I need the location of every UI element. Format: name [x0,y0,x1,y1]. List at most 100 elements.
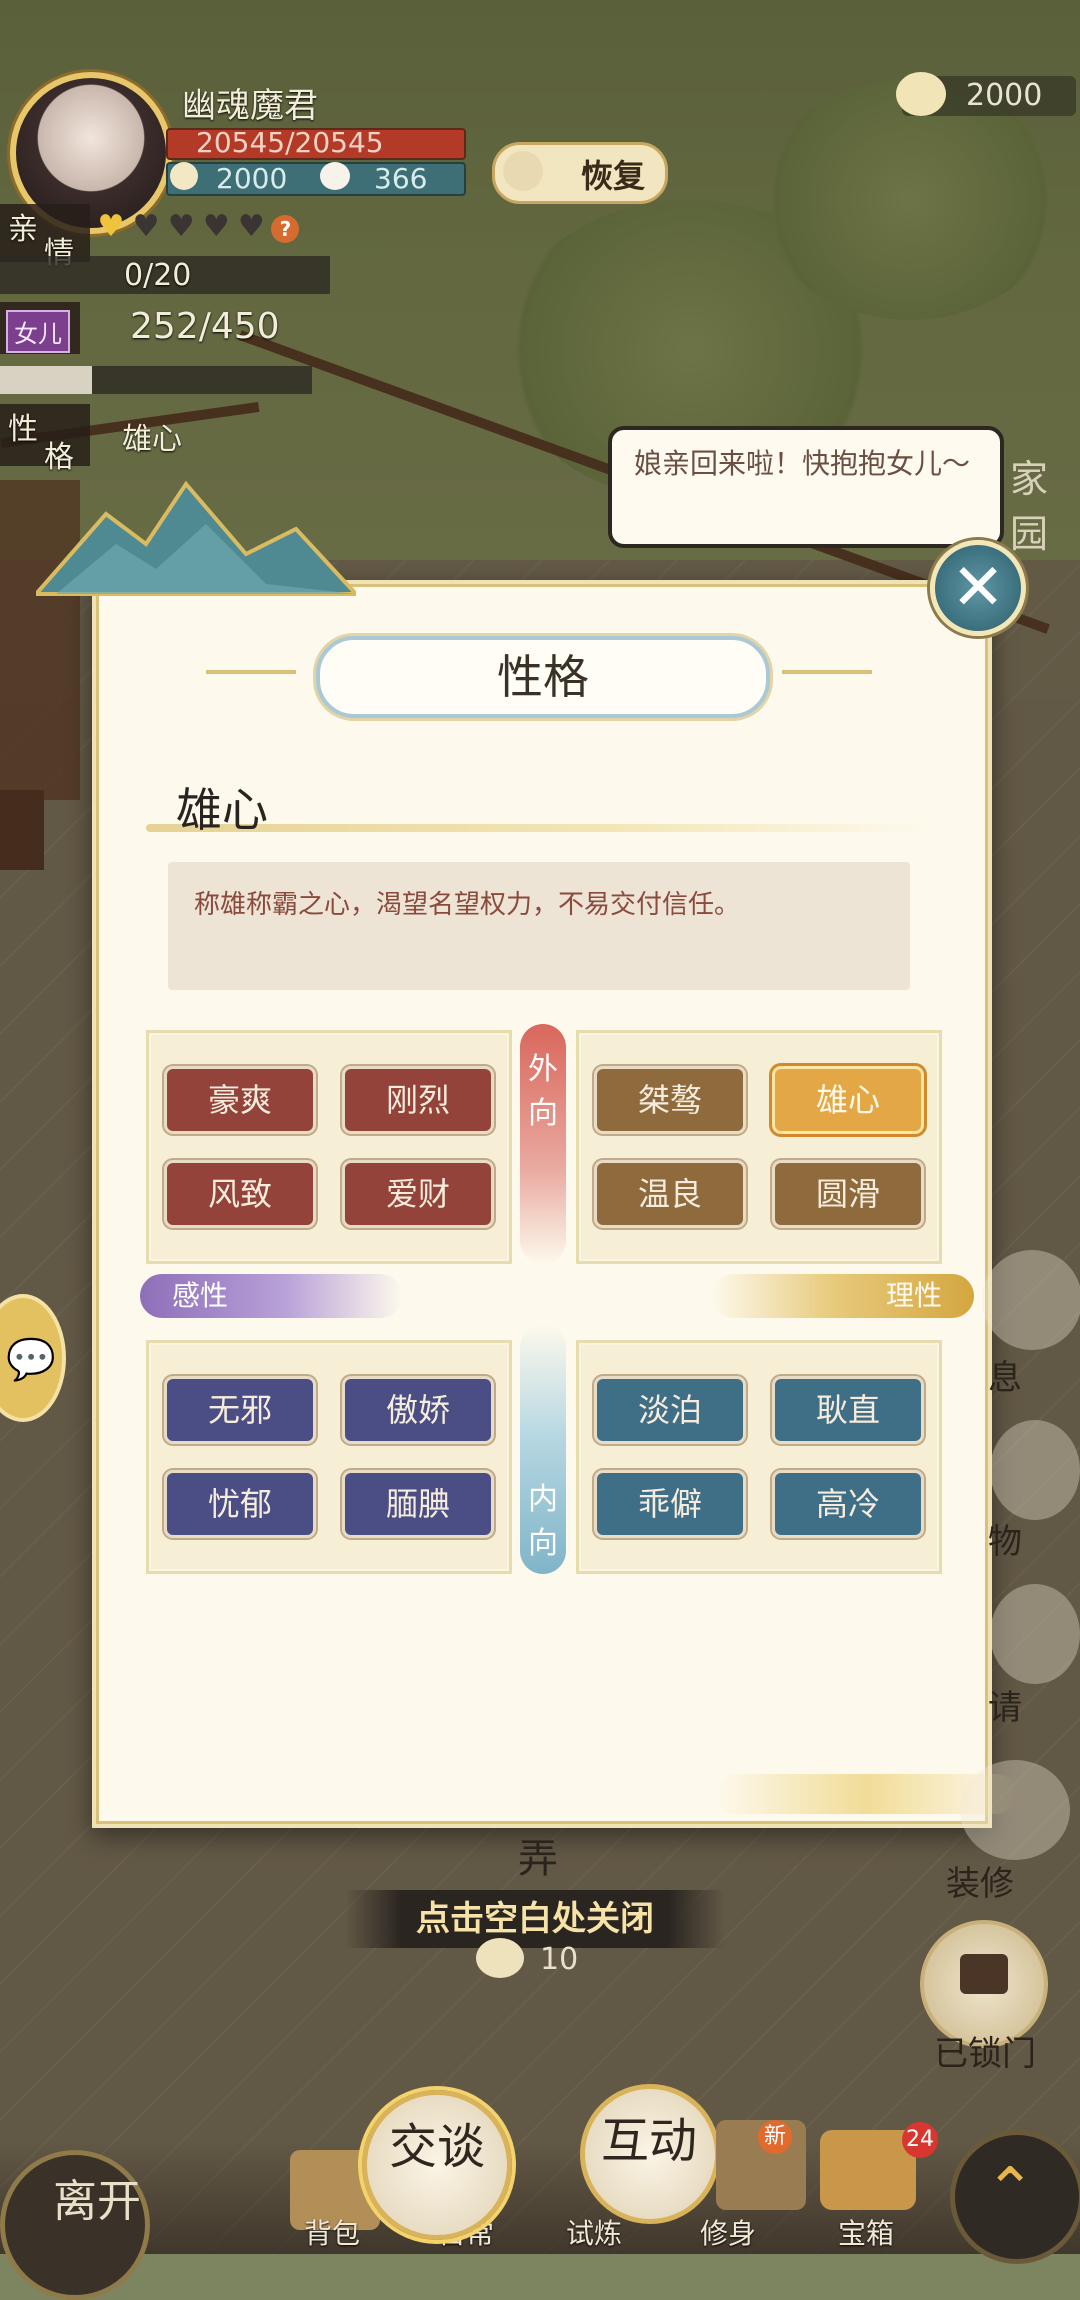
trait-label: 性 [8,412,38,447]
axis-sensibility-label: 感性 [172,1279,229,1312]
trait-label-box: 性 格 [0,404,90,475]
talk-button[interactable]: 交谈 [362,2090,512,2240]
trait-button[interactable]: 乖僻 [597,1473,743,1535]
cultivate-label[interactable]: 修身 [700,2212,756,2252]
trait-button[interactable]: 傲娇 [345,1379,491,1441]
chest-badge: 24 [902,2122,938,2158]
player-name: 幽魂魔君 [182,86,318,126]
close-hint[interactable]: 点击空白处关闭 [345,1890,725,1948]
home-label: 家园 [1010,457,1049,556]
heart-icon: ♥ [237,209,265,244]
bowl-icon [896,72,946,116]
background-label: 弄 [518,1836,558,1882]
chest-label[interactable]: 宝箱 [838,2212,894,2252]
axis-outward: 外 向 [520,1024,566,1264]
axis-rationality-label: 理性 [885,1279,942,1312]
bag-label[interactable]: 背包 [304,2212,360,2252]
trait-button[interactable]: 无邪 [167,1379,313,1441]
trait-button[interactable]: 爱财 [345,1163,491,1225]
interact-button[interactable]: 互动 [580,2084,720,2224]
title-ornament-right [782,670,872,674]
trait-button[interactable]: 淡泊 [597,1379,743,1441]
restore-button[interactable]: 恢复 [492,142,668,204]
chat-icon: 💬 [6,1337,56,1383]
personality-modal: 性格 雄心 称雄称霸之心，渴望名望权力，不易交付信任。 豪爽 刚烈 风致 爱财 … [31,480,1016,1828]
daughter-label: 女儿 [6,310,70,353]
intimacy-label-box: 亲 情 [0,204,90,271]
heart-icon: ♥ [167,209,195,244]
heart-icon: ♥ [132,209,160,244]
mountain-decoration [31,474,361,604]
trait-button[interactable]: 耿直 [775,1379,921,1441]
daughter-bar [0,366,312,394]
rest-label: 息 [988,1358,1022,1398]
leave-button[interactable]: 离开 [0,2150,150,2300]
heart-icon: ♥ [202,209,230,244]
trait-button[interactable]: 风致 [167,1163,313,1225]
trait-button[interactable]: 桀骜 [597,1069,743,1131]
new-badge: 新 [758,2120,792,2154]
axis-outward-label: 外 [528,1052,558,1087]
intimacy-progress: 0/20 [124,258,192,293]
trait-description-box: 称雄称霸之心，渴望名望权力，不易交付信任。 [168,862,910,990]
locked-label: 已锁门 [934,2034,1036,2074]
invite-label: 请 [988,1688,1022,1728]
heart-icon: ♥ [97,209,125,244]
title-ornament-left [206,670,296,674]
modal-title: 性格 [497,650,589,704]
trait-button[interactable]: 高冷 [775,1473,921,1535]
bowl-icon [170,162,198,190]
gourd-icon [503,151,543,191]
invite-button[interactable] [990,1584,1080,1684]
trait-button[interactable]: 忧郁 [167,1473,313,1535]
axis-inward-label: 内 [528,1482,558,1517]
daughter-value: 252/450 [130,306,280,347]
trait-button[interactable]: 腼腆 [345,1473,491,1535]
item-button[interactable] [990,1420,1080,1520]
trait-description: 称雄称霸之心，渴望名望权力，不易交付信任。 [194,890,741,920]
axis-sensibility: 感性 [140,1274,402,1318]
axis-outward-label: 向 [528,1096,558,1131]
pot-value: 10 [540,1942,579,1977]
daughter-label-box: 女儿 [0,302,80,354]
trait-button[interactable]: 豪爽 [167,1069,313,1131]
speech-text: 娘亲回来啦！快抱抱女儿～ [634,447,971,480]
decorate-label: 装修 [946,1864,1014,1904]
modal-title-plate: 性格 [316,636,770,718]
item-label: 物 [988,1522,1022,1562]
quadrant-outward-rationality: 桀骜 雄心 温良 圆滑 [576,1030,942,1264]
daughter-bar-fill [0,366,92,394]
currency2-value: 366 [374,162,428,195]
hp-value: 20545/20545 [196,126,384,159]
bowl-icon [476,1938,524,1978]
axis-inward: 内 向 [520,1324,566,1574]
quadrant-inward-rationality: 淡泊 耿直 乖僻 高冷 [576,1340,942,1574]
axis-rationality: 理性 [712,1274,974,1318]
trait-button[interactable]: 温良 [597,1163,743,1225]
interact-label: 互动 [601,2113,698,2169]
leave-label: 离开 [53,2176,141,2227]
trait-button[interactable]: 刚烈 [345,1069,491,1131]
currency1-value: 2000 [216,162,288,195]
trait-button[interactable]: 圆滑 [775,1163,921,1225]
trial-label[interactable]: 试炼 [566,2212,622,2252]
speech-bubble: 娘亲回来啦！快抱抱女儿～ [608,426,1004,548]
intimacy-label: 亲 [8,212,38,247]
current-trait-heading: 雄心 [176,783,268,837]
close-button[interactable]: ✕ [930,540,1026,636]
top-currency-value: 2000 [966,78,1043,113]
close-icon: ✕ [951,551,1005,625]
trait-label: 格 [44,440,74,475]
expand-menu-button[interactable]: ⌃ [950,2130,1080,2264]
talk-label: 交谈 [389,2119,486,2175]
axis-inward-label: 向 [528,1526,558,1561]
restore-label: 恢复 [581,157,646,195]
trait-button-selected[interactable]: 雄心 [775,1069,921,1131]
quadrant-outward-sensibility: 豪爽 刚烈 风致 爱财 [146,1030,512,1264]
rest-button[interactable] [982,1250,1080,1350]
intimacy-hearts: ♥ ♥ ♥ ♥ ♥ ? [96,209,300,244]
lock-icon [960,1954,1008,1994]
decorate-button[interactable] [960,1760,1070,1860]
bun-icon [320,162,350,190]
help-icon[interactable]: ? [271,215,300,243]
